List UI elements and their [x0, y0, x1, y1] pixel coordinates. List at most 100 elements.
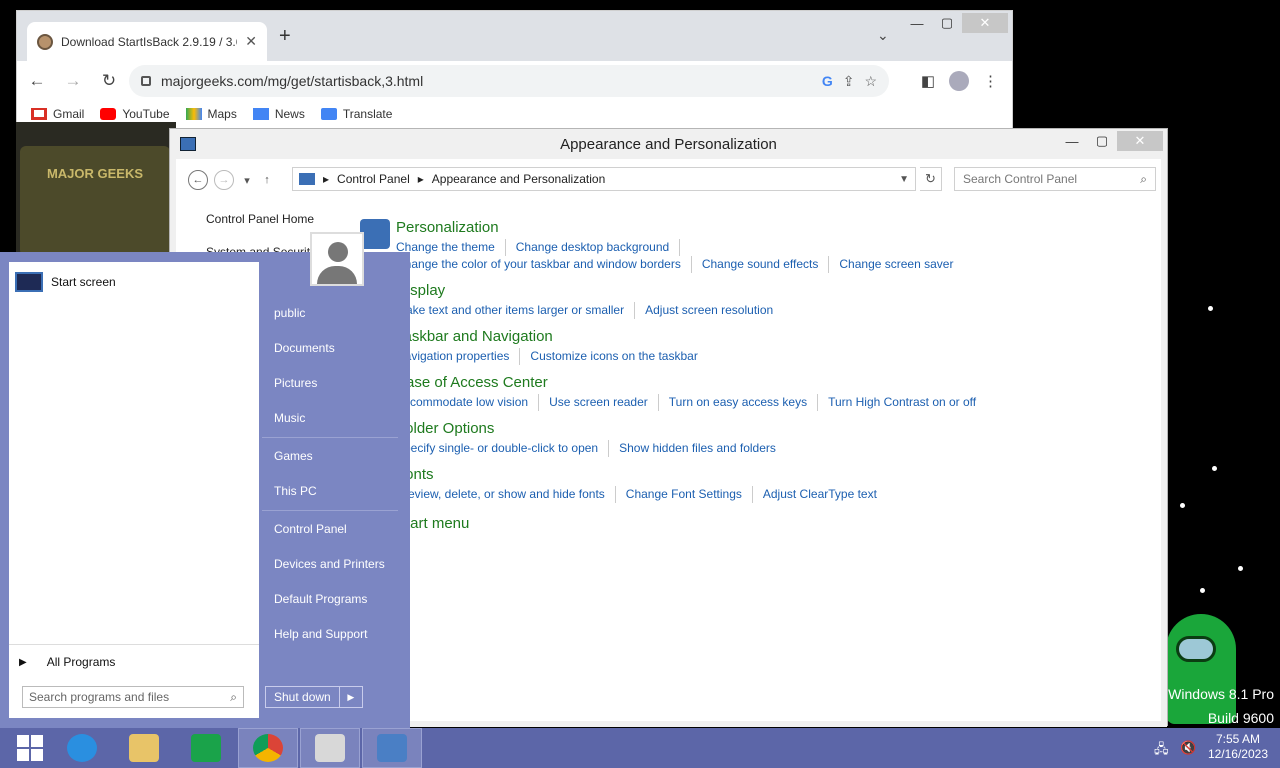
bookmark-news[interactable]: News [252, 107, 305, 121]
chevron-down-icon[interactable]: ▼ [899, 174, 909, 185]
url-text[interactable]: majorgeeks.com/mg/get/startisback,3.html [161, 73, 812, 89]
link-show-hidden-files[interactable]: Show hidden files and folders [619, 440, 786, 457]
browser-tab[interactable]: Download StartIsBack 2.9.19 / 3.6 ✕ [27, 22, 267, 61]
start-item-music[interactable]: Music [274, 411, 305, 425]
back-arrow-icon[interactable]: ← [27, 71, 47, 91]
start-item-pictures[interactable]: Pictures [274, 376, 317, 390]
search-programs-input[interactable]: Search programs and files ⌕ [22, 686, 244, 708]
close-icon[interactable]: ✕ [962, 13, 1008, 33]
bookmark-gmail[interactable]: Gmail [31, 107, 84, 121]
sidebar-control-panel-home[interactable]: Control Panel Home [206, 212, 314, 226]
minimize-icon[interactable]: — [902, 13, 932, 33]
category-title[interactable]: Taskbar and Navigation [396, 328, 718, 347]
start-button[interactable] [0, 728, 60, 768]
link-single-double-click[interactable]: Specify single- or double-click to open [396, 440, 610, 457]
maximize-icon[interactable]: ▢ [932, 13, 962, 33]
link-high-contrast[interactable]: Turn High Contrast on or off [828, 394, 986, 411]
search-control-panel-input[interactable]: Search Control Panel ⌕ [954, 167, 1156, 191]
category-title[interactable]: Display [396, 282, 793, 301]
category-title[interactable]: Ease of Access Center [396, 374, 996, 393]
lock-icon[interactable] [141, 76, 151, 86]
category-title[interactable]: Fonts [396, 466, 897, 485]
control-panel-icon [377, 734, 407, 762]
new-tab-button[interactable]: + [279, 25, 291, 48]
link-change-theme[interactable]: Change the theme [396, 239, 506, 256]
control-panel-titlebar[interactable]: Appearance and Personalization — ▢ ✕ [170, 129, 1167, 159]
link-easy-access-keys[interactable]: Turn on easy access keys [669, 394, 819, 411]
breadcrumb-appearance[interactable]: Appearance and Personalization [432, 172, 605, 186]
bookmark-youtube[interactable]: YouTube [100, 107, 170, 121]
among-us-wallpaper-character [1166, 614, 1236, 724]
category-ease-of-access: Ease of Access Center Accommodate low vi… [360, 374, 996, 411]
start-item-help-support[interactable]: Help and Support [274, 627, 367, 641]
category-title[interactable]: Folder Options [396, 420, 796, 439]
link-adjust-cleartype[interactable]: Adjust ClearType text [763, 486, 887, 503]
profile-avatar-icon[interactable] [949, 71, 969, 91]
link-change-taskbar-color[interactable]: Change the color of your taskbar and win… [396, 256, 692, 273]
user-avatar[interactable] [310, 232, 364, 286]
link-make-text-larger[interactable]: Make text and other items larger or smal… [396, 302, 636, 319]
link-change-font-settings[interactable]: Change Font Settings [626, 486, 753, 503]
control-panel-small-icon [299, 173, 315, 185]
link-change-sound-effects[interactable]: Change sound effects [702, 256, 830, 273]
network-icon[interactable]: 🖧 [1154, 740, 1169, 762]
link-low-vision[interactable]: Accommodate low vision [396, 394, 540, 411]
maximize-icon[interactable]: ▢ [1087, 131, 1117, 151]
recent-locations-icon[interactable]: ▾ [240, 174, 254, 187]
up-arrow-icon[interactable]: ↑ [260, 174, 274, 186]
start-item-games[interactable]: Games [274, 449, 313, 463]
category-title[interactable]: Personalization [396, 219, 1161, 238]
link-change-screen-saver[interactable]: Change screen saver [839, 256, 963, 273]
close-tab-icon[interactable]: ✕ [245, 33, 257, 50]
volume-muted-icon[interactable]: 🔇 [1180, 740, 1196, 756]
taskbar-clock[interactable]: 7:55 AM 12/16/2023 [1208, 732, 1268, 762]
taskbar-internet-explorer[interactable] [52, 728, 112, 768]
bookmark-star-icon[interactable]: ☆ [864, 73, 877, 90]
start-item-devices-printers[interactable]: Devices and Printers [274, 557, 385, 571]
minimize-icon[interactable]: — [1057, 131, 1087, 151]
bookmark-translate[interactable]: Translate [320, 107, 392, 121]
google-lens-icon[interactable]: G [822, 73, 833, 89]
side-panel-icon[interactable]: ◧ [921, 72, 935, 90]
close-icon[interactable]: ✕ [1117, 131, 1163, 151]
start-screen-item[interactable]: Start screen [15, 272, 116, 292]
link-screen-reader[interactable]: Use screen reader [549, 394, 659, 411]
start-item-documents[interactable]: Documents [274, 341, 335, 355]
shut-down-button[interactable]: Shut down ▶ [265, 686, 363, 708]
clock-date: 12/16/2023 [1207, 747, 1268, 761]
shutdown-options-arrow-icon[interactable]: ▶ [340, 692, 362, 703]
start-item-this-pc[interactable]: This PC [274, 484, 317, 498]
link-adjust-resolution[interactable]: Adjust screen resolution [645, 302, 783, 319]
internet-explorer-icon [67, 734, 97, 762]
link-navigation-properties[interactable]: Navigation properties [396, 348, 521, 365]
reload-icon[interactable]: ↻ [99, 71, 119, 91]
back-button[interactable]: ← [188, 170, 208, 190]
link-preview-fonts[interactable]: Preview, delete, or show and hide fonts [396, 486, 616, 503]
forward-arrow-icon[interactable]: → [63, 71, 83, 91]
taskbar-chrome[interactable] [238, 728, 298, 768]
taskbar-store[interactable] [176, 728, 236, 768]
refresh-icon[interactable]: ↻ [920, 167, 942, 191]
start-item-control-panel[interactable]: Control Panel [274, 522, 347, 536]
category-folder-options: Folder Options Specify single- or double… [360, 420, 796, 457]
forward-button[interactable]: → [214, 170, 234, 190]
youtube-icon [100, 108, 117, 120]
tab-search-icon[interactable]: ⌄ [877, 27, 889, 44]
breadcrumb[interactable]: ▸ Control Panel ▸ Appearance and Persona… [292, 167, 916, 191]
menu-kebab-icon[interactable]: ⋮ [983, 72, 998, 90]
bookmark-maps[interactable]: Maps [185, 107, 237, 121]
link-change-desktop-background[interactable]: Change desktop background [516, 239, 681, 256]
start-item-public[interactable]: public [274, 306, 305, 320]
taskbar-control-panel[interactable] [362, 728, 422, 768]
link-customize-taskbar-icons[interactable]: Customize icons on the taskbar [530, 348, 707, 365]
taskbar-installer[interactable] [300, 728, 360, 768]
taskbar-file-explorer[interactable] [114, 728, 174, 768]
breadcrumb-separator-icon[interactable]: ▸ [323, 172, 329, 186]
start-item-default-programs[interactable]: Default Programs [274, 592, 367, 606]
start-menu-programs-pane: Start screen ▶ All Programs Search progr… [9, 262, 259, 718]
address-bar[interactable]: majorgeeks.com/mg/get/startisback,3.html… [129, 65, 889, 97]
all-programs-item[interactable]: ▶ All Programs [9, 644, 259, 669]
share-icon[interactable]: ⇪ [843, 73, 855, 90]
breadcrumb-separator-icon[interactable]: ▸ [418, 172, 424, 186]
breadcrumb-control-panel[interactable]: Control Panel [337, 172, 410, 186]
